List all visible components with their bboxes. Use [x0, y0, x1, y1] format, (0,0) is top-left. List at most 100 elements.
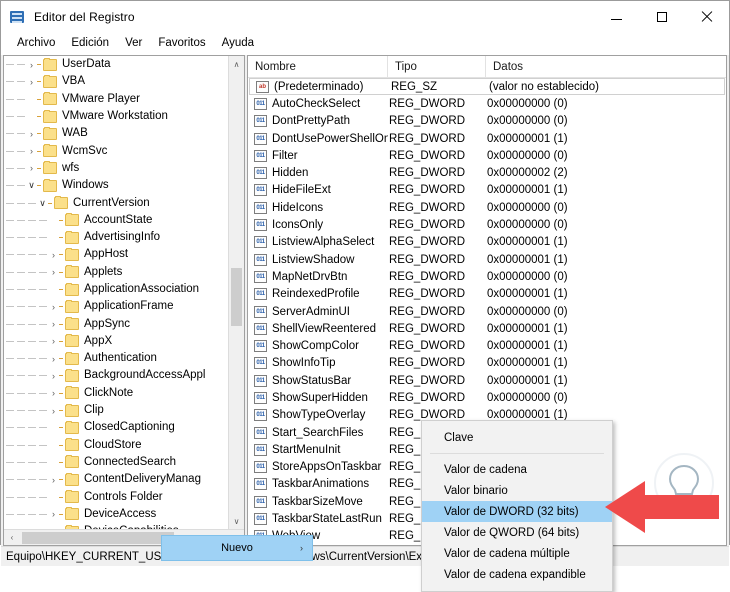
- chevron-right-icon[interactable]: ›: [48, 319, 59, 329]
- chevron-right-icon[interactable]: ›: [26, 129, 37, 139]
- column-header-tipo[interactable]: Tipo: [388, 56, 486, 77]
- scroll-up-icon[interactable]: ∧: [229, 56, 244, 72]
- column-header-datos[interactable]: Datos: [486, 56, 726, 77]
- submenu-item-valor-de-dword-32-bits-[interactable]: Valor de DWORD (32 bits): [422, 501, 612, 522]
- chevron-right-icon[interactable]: ›: [48, 371, 59, 381]
- column-header-nombre[interactable]: Nombre: [248, 56, 388, 77]
- tree-node-appsync[interactable]: › AppSync: [4, 315, 228, 332]
- value-row[interactable]: 011100 DontPrettyPath REG_DWORD 0x00000000 …: [248, 113, 726, 130]
- tree-node-wfs[interactable]: › wfs: [4, 160, 228, 177]
- tree-node-deviceaccess[interactable]: › DeviceAccess: [4, 506, 228, 523]
- tree-node-vmware-workstation[interactable]: VMware Workstation: [4, 108, 228, 125]
- chevron-right-icon[interactable]: ›: [48, 250, 59, 260]
- submenu-item-valor-binario[interactable]: Valor binario: [422, 480, 612, 501]
- value-name-cell: 011100 ListviewShadow: [248, 253, 388, 266]
- tree-node-applets[interactable]: › Applets: [4, 264, 228, 281]
- tree-indent-guide: [37, 392, 48, 394]
- value-row[interactable]: 011100 HideIcons REG_DWORD 0x00000000 (0): [248, 199, 726, 216]
- chevron-right-icon[interactable]: ›: [26, 163, 37, 173]
- value-row[interactable]: 011100 AutoCheckSelect REG_DWORD 0x00000000…: [248, 95, 726, 112]
- value-row[interactable]: 011100 ShowStatusBar REG_DWORD 0x00000001 (…: [248, 372, 726, 389]
- value-row[interactable]: 011100 HideFileExt REG_DWORD 0x00000001 (1): [248, 182, 726, 199]
- tree-node-vmware-player[interactable]: VMware Player: [4, 91, 228, 108]
- value-row[interactable]: ab (Predeterminado) REG_SZ (valor no establ…: [249, 78, 725, 96]
- value-row[interactable]: 011100 DontUsePowerShellOnWinXREG_DWORD 0x…: [248, 130, 726, 147]
- tree-node-apphost[interactable]: › AppHost: [4, 246, 228, 263]
- submenu-item-valor-de-qword-64-bits-[interactable]: Valor de QWORD (64 bits): [422, 522, 612, 543]
- tree-node-applicationassociation[interactable]: ApplicationAssociation: [4, 281, 228, 298]
- chevron-right-icon[interactable]: ›: [48, 354, 59, 364]
- chevron-right-icon[interactable]: ›: [48, 336, 59, 346]
- menu-edicion[interactable]: Edición: [63, 35, 117, 52]
- tree-node-advertisinginfo[interactable]: AdvertisingInfo: [4, 229, 228, 246]
- tree-node-currentversion[interactable]: ∨ CurrentVersion: [4, 194, 228, 211]
- value-type-cell: REG_DWORD: [389, 305, 466, 318]
- tree-node-clicknote[interactable]: › ClickNote: [4, 385, 228, 402]
- value-row[interactable]: 011100 ServerAdminUI REG_DWORD 0x00000000 (…: [248, 303, 726, 320]
- chevron-right-icon[interactable]: ›: [48, 388, 59, 398]
- tree-node-backgroundaccessappl[interactable]: › BackgroundAccessAppl: [4, 367, 228, 384]
- chevron-down-icon[interactable]: ∨: [37, 198, 48, 209]
- chevron-right-icon[interactable]: ›: [26, 77, 37, 87]
- submenu-item-valor-de-cadena[interactable]: Valor de cadena: [422, 459, 612, 480]
- tree-node-controls-folder[interactable]: Controls Folder: [4, 488, 228, 505]
- tree-node-contentdeliverymanag[interactable]: › ContentDeliveryManag: [4, 471, 228, 488]
- tree-node-cloudstore[interactable]: CloudStore: [4, 437, 228, 454]
- tree-indent-guide: [37, 289, 48, 290]
- tree-node-connectedsearch[interactable]: ConnectedSearch: [4, 454, 228, 471]
- value-row[interactable]: 011100 ShowSuperHidden REG_DWORD 0x00000000…: [248, 389, 726, 406]
- tree-node-label: AppX: [84, 334, 113, 347]
- chevron-right-icon[interactable]: ›: [48, 302, 59, 312]
- scroll-left-icon[interactable]: ‹: [4, 533, 20, 542]
- value-row[interactable]: 011100 IconsOnly REG_DWORD 0x00000000 (0): [248, 216, 726, 233]
- tree-node-wcmsvc[interactable]: › WcmSvc: [4, 142, 228, 159]
- context-menu-item-nuevo[interactable]: Nuevo ›: [161, 535, 313, 561]
- tree-indent-guide: [15, 323, 26, 325]
- chevron-right-icon[interactable]: ›: [26, 146, 37, 156]
- minimize-button[interactable]: [594, 1, 639, 32]
- value-row[interactable]: 011100 ListviewShadow REG_DWORD 0x00000001 …: [248, 251, 726, 268]
- menu-favoritos[interactable]: Favoritos: [150, 35, 213, 52]
- menu-archivo[interactable]: Archivo: [9, 35, 63, 52]
- tree-node-clip[interactable]: › Clip: [4, 402, 228, 419]
- chevron-right-icon[interactable]: ›: [26, 60, 37, 70]
- chevron-right-icon[interactable]: ›: [48, 475, 59, 485]
- value-row[interactable]: 011100 ShowInfoTip REG_DWORD 0x00000001 (1): [248, 355, 726, 372]
- value-row[interactable]: 011100 MapNetDrvBtn REG_DWORD 0x00000000 (0…: [248, 268, 726, 285]
- value-type-cell: REG_DWORD: [389, 219, 466, 232]
- close-button[interactable]: [684, 1, 729, 32]
- submenu-item-valor-de-cadena-m-ltiple[interactable]: Valor de cadena múltiple: [422, 543, 612, 564]
- tree-node-accountstate[interactable]: AccountState: [4, 212, 228, 229]
- scroll-down-icon[interactable]: ∨: [229, 513, 244, 529]
- tree-node-appx[interactable]: › AppX: [4, 333, 228, 350]
- value-row[interactable]: 011100 ShowCompColor REG_DWORD 0x00000001 (…: [248, 337, 726, 354]
- menu-ver[interactable]: Ver: [117, 35, 150, 52]
- tree-node-authentication[interactable]: › Authentication: [4, 350, 228, 367]
- chevron-down-icon[interactable]: ∨: [26, 180, 37, 191]
- tree-node-windows[interactable]: ∨ Windows: [4, 177, 228, 194]
- chevron-right-icon[interactable]: ›: [48, 267, 59, 277]
- menu-ayuda[interactable]: Ayuda: [214, 35, 262, 52]
- value-row[interactable]: 011100 Filter REG_DWORD 0x00000000 (0): [248, 147, 726, 164]
- chevron-right-icon[interactable]: ›: [48, 406, 59, 416]
- chevron-right-icon[interactable]: ›: [48, 509, 59, 519]
- tree-vertical-scrollbar[interactable]: ∧ ∨: [228, 56, 244, 530]
- submenu-item-valor-de-cadena-expandible[interactable]: Valor de cadena expandible: [422, 564, 612, 585]
- tree-hscroll-thumb[interactable]: [22, 531, 174, 544]
- tree-node-closedcaptioning[interactable]: ClosedCaptioning: [4, 419, 228, 436]
- tree-node-vba[interactable]: › VBA: [4, 73, 228, 90]
- context-submenu-nuevo[interactable]: Clave Valor de cadena Valor binario Valor d…: [421, 420, 613, 592]
- value-row[interactable]: 011100 ListviewAlphaSelect REG_DWORD 0x0000…: [248, 234, 726, 251]
- value-row[interactable]: 011100 ShellViewReentered REG_DWORD 0x00000…: [248, 320, 726, 337]
- folder-icon: [65, 351, 79, 365]
- value-row[interactable]: 011100 ReindexedProfile REG_DWORD 0x0000000…: [248, 286, 726, 303]
- window-controls: [594, 1, 729, 32]
- registry-tree[interactable]: › UserData › VBA VMware Player VMware Worksta…: [4, 56, 228, 530]
- tree-node-wab[interactable]: › WAB: [4, 125, 228, 142]
- submenu-item-clave[interactable]: Clave: [422, 427, 612, 448]
- tree-scroll-thumb[interactable]: [231, 268, 242, 326]
- tree-node-userdata[interactable]: › UserData: [4, 56, 228, 73]
- tree-node-applicationframe[interactable]: › ApplicationFrame: [4, 298, 228, 315]
- value-row[interactable]: 011100 Hidden REG_DWORD 0x00000002 (2): [248, 164, 726, 181]
- maximize-button[interactable]: [639, 1, 684, 32]
